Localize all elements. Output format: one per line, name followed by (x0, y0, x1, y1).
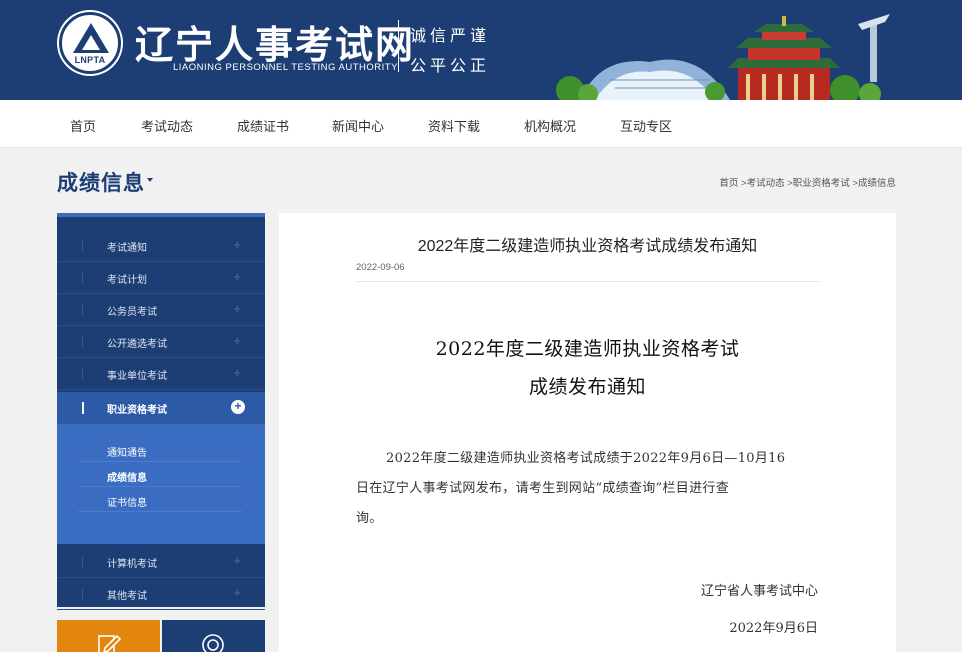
article-divider (356, 281, 819, 282)
sidebar-submenu: 通知通告 成绩信息 证书信息 (57, 424, 265, 544)
article-body-line-3: 询。 (356, 511, 383, 526)
nav-item-home[interactable]: 首页 (70, 116, 96, 135)
caret-down-icon[interactable] (147, 178, 153, 182)
sidebar-item-label: 事业单位考试 (107, 371, 167, 382)
site-subtitle: LIAONING PERSONNEL TESTING AUTHORITY (173, 62, 398, 73)
plus-icon: + (233, 365, 241, 380)
sidebar-item-exam-notice[interactable]: 考试通知 + (57, 230, 265, 262)
nav-item-about[interactable]: 机构概况 (524, 116, 576, 135)
article-body-line-1: 2022年度二级建造师执业资格考试成绩于2022年9月6日—10月16 (386, 451, 786, 466)
sidebar-menu: 考试通知 + 考试计划 + 公务员考试 + 公开遴选考试 + 事业单位考试 + … (57, 213, 265, 610)
breadcrumb-home[interactable]: 首页 (719, 178, 738, 189)
nav-item-exam-news[interactable]: 考试动态 (141, 116, 193, 135)
sidebar-item-label: 职业资格考试 (107, 405, 167, 416)
plus-circle-icon[interactable]: + (231, 400, 245, 414)
plus-icon: + (233, 269, 241, 284)
article-date: 2022-09-06 (356, 262, 405, 273)
article-title: 2022年度二级建造师执业资格考试成绩发布通知 (417, 238, 758, 255)
nav-item-scores-certificates[interactable]: 成绩证书 (237, 116, 289, 135)
sidebar-item-label: 其他考试 (107, 591, 147, 602)
article-heading-line-1: 2022年度二级建造师执业资格考试 (435, 338, 740, 360)
site-logo[interactable]: LNPTA (59, 12, 121, 74)
sidebar-item-label: 公开遴选考试 (107, 339, 167, 350)
sidebar-item-civil-servant[interactable]: 公务员考试 + (57, 294, 265, 326)
shortcut-button-query[interactable] (162, 620, 265, 652)
sidebar-item-label: 计算机考试 (107, 559, 157, 570)
nav-item-interaction[interactable]: 互动专区 (620, 116, 672, 135)
landmark-banner-image (556, 14, 890, 100)
submenu-item-certificate-info[interactable]: 证书信息 (78, 487, 242, 512)
site-title[interactable]: 辽宁人事考试网 (135, 14, 415, 69)
article-body-line-2: 日在辽宁人事考试网发布，请考生到网站“成绩查询”栏目进行查 (356, 481, 729, 496)
sidebar-item-qualification-exam[interactable]: 职业资格考试 + (57, 392, 265, 424)
breadcrumb-current[interactable]: >成绩信息 (852, 178, 896, 189)
sidebar-item-other-exam[interactable]: 其他考试 + (57, 578, 265, 610)
plus-icon: + (233, 585, 241, 600)
breadcrumb: 首页 >考试动态 >职业资格考试 >成绩信息 (719, 175, 896, 189)
article-signature: 辽宁省人事考试中心 (700, 584, 818, 599)
logo-abbreviation: LNPTA (74, 55, 106, 65)
plus-icon: + (233, 237, 241, 252)
section-title: 成绩信息 (57, 172, 145, 195)
nav-item-news-center[interactable]: 新闻中心 (332, 116, 384, 135)
pencil-icon (98, 634, 121, 652)
article-panel: 2022年度二级建造师执业资格考试成绩发布通知 2022-09-06 2022年… (279, 213, 896, 652)
submenu-item-notices[interactable]: 通知通告 (78, 437, 242, 462)
sidebar-item-label: 考试计划 (107, 275, 147, 286)
plus-icon: + (233, 333, 241, 348)
slogan-line-2: 公平公正 (410, 56, 491, 75)
article-heading-line-2: 成绩发布通知 (528, 376, 646, 398)
site-header: LNPTA 辽宁人事考试网 LIAONING PERSONNEL TESTING… (0, 0, 962, 100)
sidebar-item-exam-plan[interactable]: 考试计划 + (57, 262, 265, 294)
shortcut-button-apply[interactable] (57, 620, 160, 652)
main-nav: 首页 考试动态 成绩证书 新闻中心 资料下载 机构概况 互动专区 (0, 100, 962, 148)
sidebar-item-public-institution[interactable]: 事业单位考试 + (57, 358, 265, 390)
nav-item-downloads[interactable]: 资料下载 (428, 116, 480, 135)
slogan-line-1: 诚信严谨 (410, 26, 491, 45)
slogan-divider (398, 20, 399, 72)
sidebar-item-computer-exam[interactable]: 计算机考试 + (57, 546, 265, 578)
sidebar-item-public-selection[interactable]: 公开遴选考试 + (57, 326, 265, 358)
search-icon (202, 634, 224, 652)
sidebar-item-label: 考试通知 (107, 243, 147, 254)
submenu-item-score-info[interactable]: 成绩信息 (78, 462, 242, 487)
breadcrumb-exam-news[interactable]: >考试动态 (741, 178, 785, 189)
plus-icon: + (233, 301, 241, 316)
sidebar-item-label: 公务员考试 (107, 307, 157, 318)
article-signature-date: 2022年9月6日 (729, 621, 818, 636)
plus-icon: + (233, 553, 241, 568)
breadcrumb-qualification-exam[interactable]: >职业资格考试 (787, 178, 850, 189)
